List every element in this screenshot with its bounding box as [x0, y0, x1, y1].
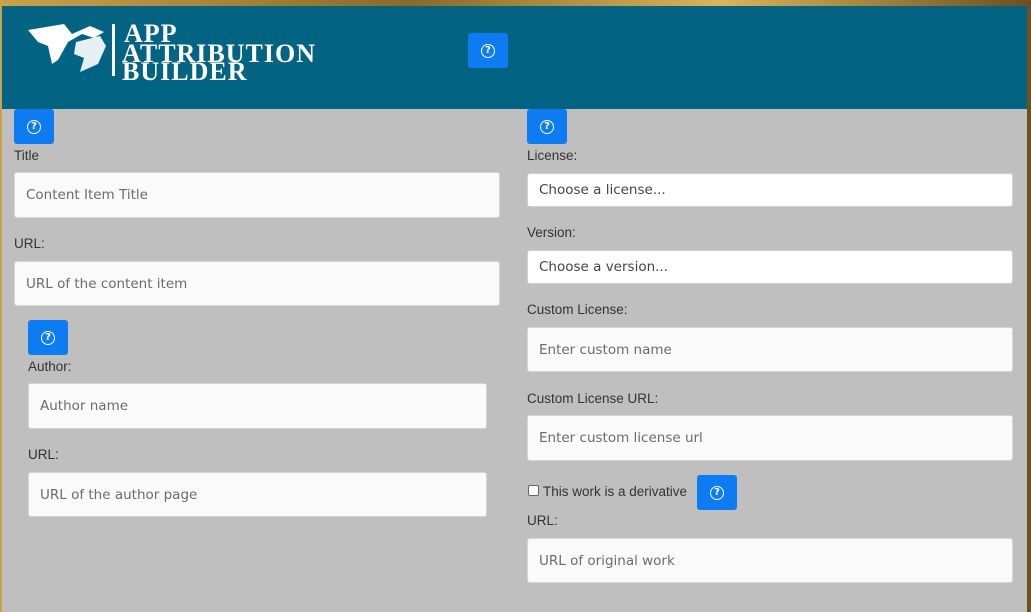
question-circle-icon: ?: [41, 330, 55, 345]
license-help-button[interactable]: ?: [527, 109, 567, 144]
author-url-input[interactable]: URL of the author page: [28, 472, 487, 517]
original-url-input[interactable]: URL of original work: [527, 538, 1013, 583]
original-url-label: URL:: [527, 513, 558, 528]
title-label: Title: [14, 148, 40, 163]
custom-license-url-input[interactable]: Enter custom license url: [527, 415, 1013, 461]
logo-line-3: BUILDER: [122, 57, 247, 82]
app-frame: APP ATTRIBUTION BUILDER ? ? Title Conten…: [2, 6, 1027, 612]
author-help-button[interactable]: ?: [28, 320, 68, 355]
derivative-help-button[interactable]: ?: [697, 475, 737, 510]
question-circle-icon: ?: [540, 119, 554, 134]
version-select[interactable]: Choose a version...: [527, 250, 1013, 284]
license-label: License:: [527, 148, 578, 163]
author-url-label: URL:: [28, 447, 59, 462]
custom-license-input[interactable]: Enter custom name: [527, 327, 1013, 372]
app-header: APP ATTRIBUTION BUILDER ?: [2, 6, 1027, 109]
question-circle-icon: ?: [481, 43, 495, 58]
derivative-label: This work is a derivative: [543, 484, 688, 499]
version-label: Version:: [527, 225, 576, 240]
author-input[interactable]: Author name: [28, 383, 487, 429]
url-label: URL:: [14, 236, 45, 251]
question-circle-icon: ?: [27, 119, 41, 134]
header-help-button[interactable]: ?: [468, 33, 508, 68]
derivative-checkbox[interactable]: [528, 485, 539, 496]
custom-license-url-label: Custom License URL:: [527, 391, 659, 406]
custom-license-label: Custom License:: [527, 302, 628, 317]
app-logo: APP ATTRIBUTION BUILDER: [28, 20, 315, 82]
license-select[interactable]: Choose a license...: [527, 173, 1013, 207]
question-circle-icon: ?: [710, 485, 724, 500]
url-input[interactable]: URL of the content item: [14, 261, 500, 306]
title-help-button[interactable]: ?: [14, 109, 54, 144]
title-input[interactable]: Content Item Title: [14, 172, 500, 218]
author-label: Author:: [28, 359, 72, 374]
